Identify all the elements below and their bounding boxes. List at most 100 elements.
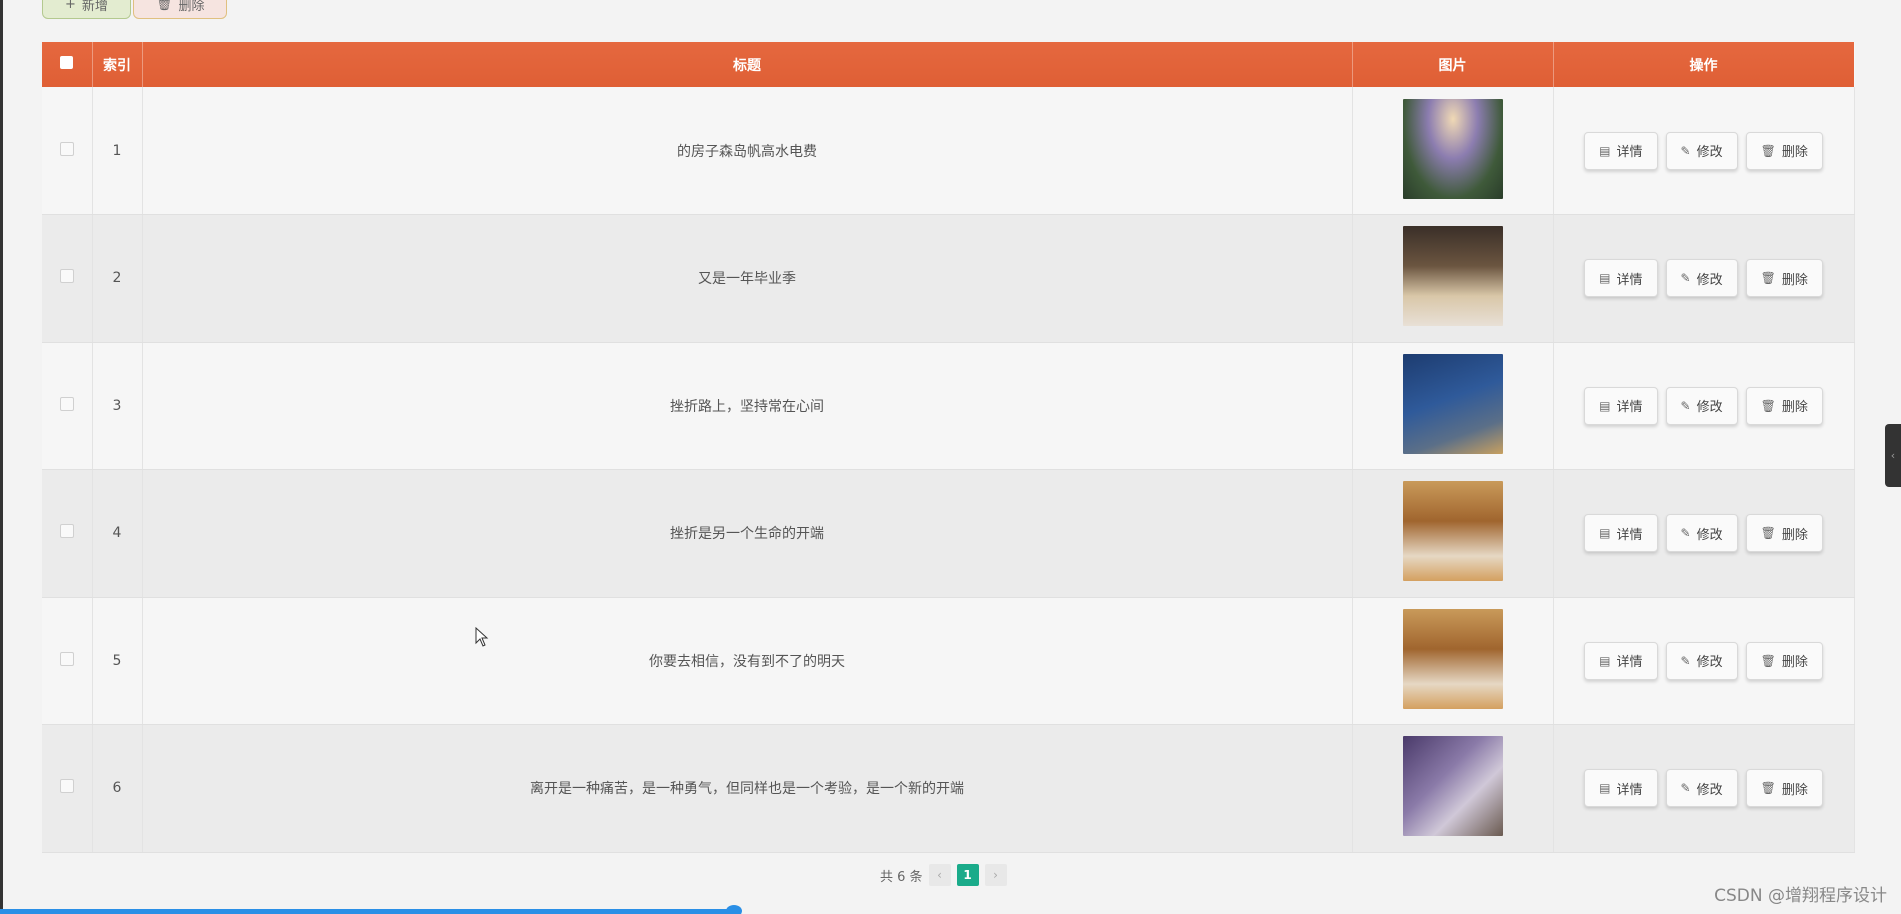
edit-button[interactable]: ✎ 修改 xyxy=(1665,259,1738,298)
document-icon: ▤ xyxy=(1599,526,1611,541)
row-index: 1 xyxy=(92,87,143,215)
delete-button-label: 删除 xyxy=(1781,782,1808,798)
delete-button-label: 删除 xyxy=(1781,527,1808,543)
scroll-progress-knob[interactable] xyxy=(726,905,742,914)
trash-icon: 🗑 xyxy=(1760,271,1776,286)
table-row: 2 又是一年毕业季 ▤ 详情 ✎ 修改 🗑 删除 xyxy=(42,214,1855,343)
trash-icon: 🗑 xyxy=(1760,526,1776,541)
plus-icon: + xyxy=(65,0,76,12)
row-checkbox[interactable] xyxy=(59,651,74,666)
row-index: 4 xyxy=(92,469,143,598)
delete-button[interactable]: 🗑 删除 xyxy=(1745,514,1823,553)
row-checkbox[interactable] xyxy=(59,396,74,411)
edit-button-label: 修改 xyxy=(1696,527,1723,543)
delete-button-label: 删除 xyxy=(1781,400,1808,416)
table-header-row: 索引 标题 图片 操作 xyxy=(42,42,1855,87)
delete-button[interactable]: 🗑 删除 xyxy=(1745,386,1823,425)
trash-icon: 🗑 xyxy=(1760,781,1776,796)
trash-icon: 🗑 xyxy=(1760,653,1776,668)
edit-button[interactable]: ✎ 修改 xyxy=(1665,769,1738,808)
detail-button[interactable]: ▤ 详情 xyxy=(1584,769,1658,808)
row-title: 挫折是另一个生命的开端 xyxy=(142,469,1353,598)
select-all-header xyxy=(42,42,93,87)
total-count: 共 6 条 xyxy=(880,869,923,885)
header-index: 索引 xyxy=(92,42,143,87)
trash-icon: 🗑 xyxy=(1760,398,1776,413)
edit-button[interactable]: ✎ 修改 xyxy=(1665,641,1738,680)
batch-delete-button[interactable]: 🗑 删除 xyxy=(132,0,228,19)
row-checkbox[interactable] xyxy=(59,141,74,156)
document-icon: ▤ xyxy=(1599,143,1611,158)
edit-button[interactable]: ✎ 修改 xyxy=(1665,386,1738,425)
watermark: CSDN @增翔程序设计 xyxy=(1714,886,1887,906)
detail-button-label: 详情 xyxy=(1616,400,1643,416)
edit-button-label: 修改 xyxy=(1696,272,1723,288)
pencil-icon: ✎ xyxy=(1680,398,1691,413)
detail-button[interactable]: ▤ 详情 xyxy=(1584,131,1658,170)
table-row: 4 挫折是另一个生命的开端 ▤ 详情 ✎ 修改 🗑 删除 xyxy=(42,469,1855,598)
detail-button-label: 详情 xyxy=(1616,655,1643,671)
row-title: 的房子森岛帆高水电费 xyxy=(142,87,1353,215)
delete-button-label: 删除 xyxy=(1781,145,1808,160)
select-all-checkbox[interactable] xyxy=(60,56,74,69)
delete-button[interactable]: 🗑 删除 xyxy=(1745,769,1823,808)
edit-button-label: 修改 xyxy=(1696,400,1723,416)
detail-button[interactable]: ▤ 详情 xyxy=(1584,514,1658,553)
add-button[interactable]: + 新增 xyxy=(42,0,131,19)
hotel-room-warm-photo[interactable] xyxy=(1402,608,1503,709)
detail-button[interactable]: ▤ 详情 xyxy=(1584,259,1658,298)
edit-button-label: 修改 xyxy=(1696,655,1723,671)
row-checkbox[interactable] xyxy=(59,524,74,539)
scroll-progress-bar xyxy=(0,909,735,914)
delete-button[interactable]: 🗑 删除 xyxy=(1745,259,1823,298)
header-actions: 操作 xyxy=(1553,42,1855,87)
batch-delete-label: 删除 xyxy=(178,0,205,14)
row-title: 又是一年毕业季 xyxy=(142,214,1353,343)
chevron-left-icon: ‹ xyxy=(1890,449,1896,462)
detail-button[interactable]: ▤ 详情 xyxy=(1584,641,1658,680)
delete-button[interactable]: 🗑 删除 xyxy=(1745,641,1823,680)
data-table: 索引 标题 图片 操作 1 的房子森岛帆高水电费 ▤ 详情 ✎ 修改 🗑 删除 2 又… xyxy=(42,42,1855,853)
row-index: 3 xyxy=(92,342,143,470)
row-checkbox[interactable] xyxy=(59,779,74,794)
delete-button-label: 删除 xyxy=(1781,272,1808,288)
document-icon: ▤ xyxy=(1599,781,1611,796)
mouse-cursor-icon xyxy=(475,626,489,651)
edit-button[interactable]: ✎ 修改 xyxy=(1665,514,1738,553)
hotel-tower-night-photo[interactable] xyxy=(1402,353,1503,454)
table-body: 1 的房子森岛帆高水电费 ▤ 详情 ✎ 修改 🗑 删除 2 又是一年毕业季 ▤ 详情 ✎… xyxy=(42,87,1855,853)
row-title: 离开是一种痛苦，是一种勇气，但同样也是一个考验，是一个新的开端 xyxy=(142,724,1353,853)
detail-button[interactable]: ▤ 详情 xyxy=(1584,386,1658,425)
edit-button-label: 修改 xyxy=(1696,782,1723,798)
table-row: 3 挫折路上，坚持常在心间 ▤ 详情 ✎ 修改 🗑 删除 xyxy=(42,342,1855,470)
edit-button[interactable]: ✎ 修改 xyxy=(1665,131,1738,170)
suite-purple-photo[interactable] xyxy=(1402,736,1503,837)
chevron-left-icon[interactable]: ‹ xyxy=(928,864,951,886)
page-1-button[interactable]: 1 xyxy=(956,864,979,886)
table-row: 1 的房子森岛帆高水电费 ▤ 详情 ✎ 修改 🗑 删除 xyxy=(42,87,1855,215)
document-icon: ▤ xyxy=(1599,271,1611,286)
table-row: 5 你要去相信，没有到不了的明天 ▤ 详情 ✎ 修改 🗑 删除 xyxy=(42,597,1855,725)
header-image: 图片 xyxy=(1352,42,1554,87)
toolbar: + 新增 🗑 删除 xyxy=(42,0,228,19)
delete-button-label: 删除 xyxy=(1781,655,1808,671)
misty-forest-photo[interactable] xyxy=(1402,98,1503,199)
delete-button[interactable]: 🗑 删除 xyxy=(1745,131,1823,170)
collapse-panel-tab[interactable]: ‹ xyxy=(1885,424,1901,487)
row-checkbox[interactable] xyxy=(59,269,74,284)
hotel-room-twin-beds-photo[interactable] xyxy=(1402,226,1503,327)
add-button-label: 新增 xyxy=(81,0,108,14)
hotel-room-warm-photo[interactable] xyxy=(1402,481,1503,582)
row-title: 你要去相信，没有到不了的明天 xyxy=(142,597,1353,725)
row-index: 5 xyxy=(92,597,143,725)
pagination: 共 6 条 ‹ 1 › xyxy=(880,864,1007,886)
detail-button-label: 详情 xyxy=(1616,272,1643,288)
detail-button-label: 详情 xyxy=(1616,527,1643,543)
pencil-icon: ✎ xyxy=(1680,526,1691,541)
detail-button-label: 详情 xyxy=(1616,145,1643,160)
chevron-right-icon[interactable]: › xyxy=(984,864,1007,886)
document-icon: ▤ xyxy=(1599,653,1611,668)
table-row: 6 离开是一种痛苦，是一种勇气，但同样也是一个考验，是一个新的开端 ▤ 详情 ✎ 修… xyxy=(42,724,1855,853)
pencil-icon: ✎ xyxy=(1680,781,1691,796)
window-left-edge xyxy=(0,0,3,914)
